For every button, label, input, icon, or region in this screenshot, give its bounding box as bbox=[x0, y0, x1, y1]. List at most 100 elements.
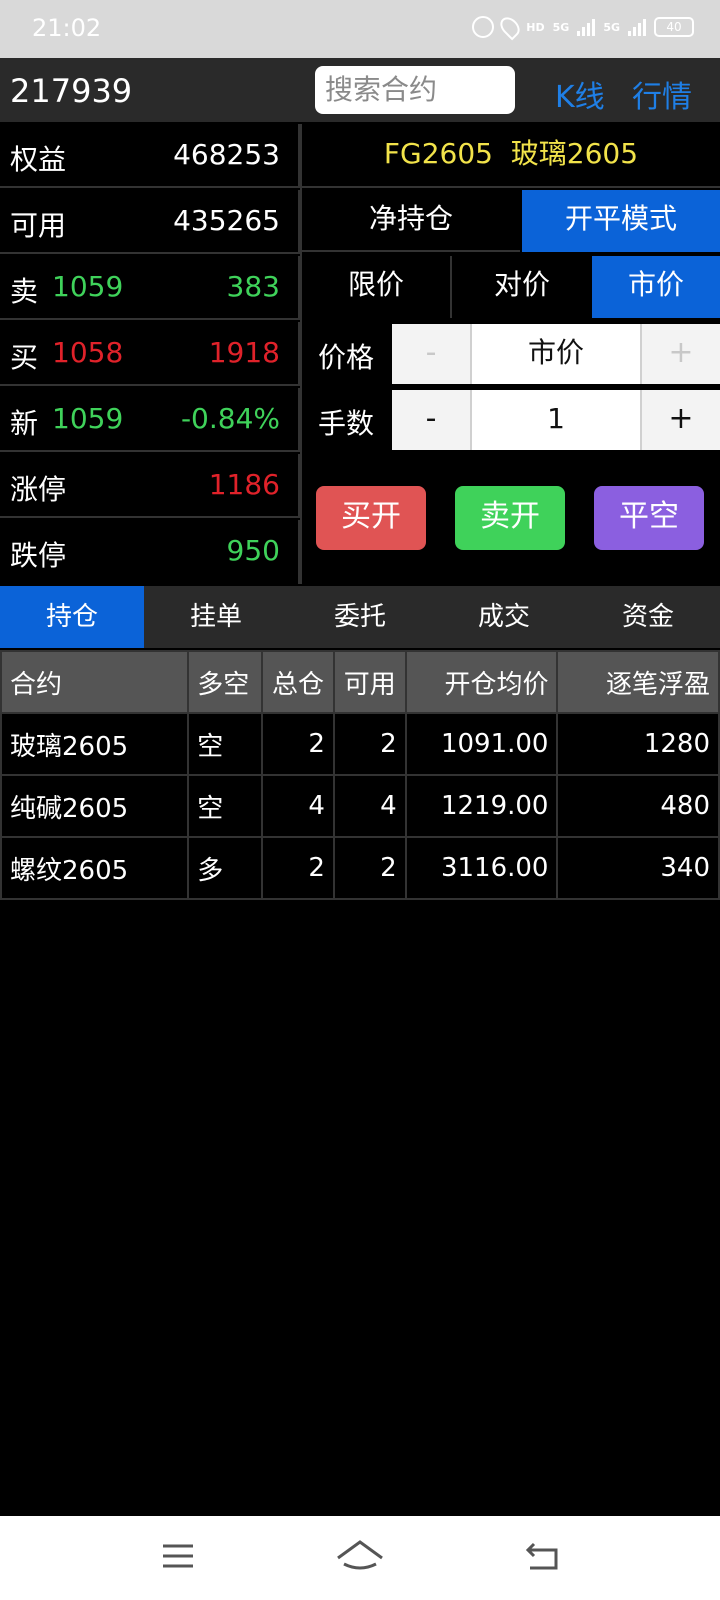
price-input[interactable]: 市价 bbox=[472, 324, 640, 384]
last-label: 新 bbox=[10, 407, 39, 440]
sell-open-button[interactable]: 卖开 bbox=[455, 486, 565, 550]
quantity-minus-button[interactable]: - bbox=[392, 390, 472, 450]
quote-link[interactable]: 行情 bbox=[632, 72, 692, 116]
last-price: 1059 bbox=[52, 402, 124, 435]
header-available: 可用 bbox=[332, 650, 407, 714]
open-close-mode-button[interactable]: 开平模式 bbox=[522, 190, 720, 252]
last-row: 新 1059 -0.84% bbox=[0, 388, 300, 452]
bid-price: 1058 bbox=[52, 336, 124, 369]
cell-avg-price: 1219.00 bbox=[404, 774, 559, 838]
bid-row: 买 1058 1918 bbox=[0, 322, 300, 386]
tab-trades[interactable]: 成交 bbox=[432, 586, 576, 648]
cell-total: 2 bbox=[261, 712, 335, 776]
header-direction: 多空 bbox=[187, 650, 264, 714]
tab-positions[interactable]: 持仓 bbox=[0, 586, 144, 648]
app-header: 217939 搜索合约 K线 行情 bbox=[0, 58, 720, 122]
counter-price-button[interactable]: 对价 bbox=[454, 256, 590, 318]
tab-funds[interactable]: 资金 bbox=[576, 586, 720, 648]
price-label: 价格 bbox=[318, 341, 375, 374]
cell-available: 4 bbox=[332, 774, 407, 838]
limit-price-button[interactable]: 限价 bbox=[302, 256, 452, 318]
kline-link[interactable]: K线 bbox=[555, 72, 605, 116]
cell-avg-price: 3116.00 bbox=[404, 836, 559, 900]
cell-total: 2 bbox=[261, 836, 335, 900]
bid-volume: 1918 bbox=[208, 336, 280, 369]
price-plus-button[interactable]: + bbox=[640, 324, 720, 384]
battery-icon: 40 bbox=[654, 17, 694, 37]
cell-total: 4 bbox=[261, 774, 335, 838]
contract-code: FG2605 bbox=[383, 137, 493, 170]
cell-contract: 玻璃2605 bbox=[0, 712, 190, 776]
net-position-button[interactable]: 净持仓 bbox=[302, 190, 520, 252]
panel-divider bbox=[300, 124, 302, 584]
price-stepper: - 市价 + bbox=[392, 324, 720, 384]
search-input[interactable]: 搜索合约 bbox=[315, 66, 515, 114]
ask-price: 1059 bbox=[52, 270, 124, 303]
tab-pending-orders[interactable]: 挂单 bbox=[144, 586, 288, 648]
cell-direction: 空 bbox=[187, 774, 264, 838]
cell-contract: 纯碱2605 bbox=[0, 774, 190, 838]
bottom-tabs: 持仓 挂单 委托 成交 资金 bbox=[0, 586, 720, 648]
status-icons: HD 5G 5G 40 bbox=[472, 13, 694, 41]
table-row[interactable]: 纯碱2605 空 4 4 1219.00 480 bbox=[0, 774, 720, 838]
status-time: 21:02 bbox=[32, 14, 102, 42]
limit-down-label: 跌停 bbox=[10, 539, 67, 572]
status-bar: 21:02 HD 5G 5G 40 bbox=[0, 0, 720, 58]
cell-available: 2 bbox=[332, 712, 407, 776]
limit-up-row: 涨停 1186 bbox=[0, 454, 300, 518]
available-value: 435265 bbox=[173, 204, 280, 237]
limit-down-value: 950 bbox=[226, 534, 280, 567]
quantity-label: 手数 bbox=[318, 407, 375, 440]
cell-contract: 螺纹2605 bbox=[0, 836, 190, 900]
alarm-icon bbox=[472, 16, 495, 38]
header-total: 总仓 bbox=[261, 650, 335, 714]
menu-icon[interactable] bbox=[160, 1538, 196, 1574]
cell-pnl: 480 bbox=[556, 774, 720, 838]
ask-label: 卖 bbox=[10, 275, 39, 308]
cell-avg-price: 1091.00 bbox=[404, 712, 559, 776]
limit-up-label: 涨停 bbox=[10, 473, 67, 506]
available-row: 可用 435265 bbox=[0, 190, 300, 254]
header-pnl: 逐笔浮盈 bbox=[556, 650, 720, 714]
table-row[interactable]: 螺纹2605 多 2 2 3116.00 340 bbox=[0, 836, 720, 900]
signal-icon bbox=[577, 18, 596, 36]
cell-pnl: 1280 bbox=[556, 712, 720, 776]
limit-down-row: 跌停 950 bbox=[0, 520, 300, 584]
hd-indicator: HD bbox=[526, 20, 545, 34]
contract-title: FG2605 玻璃2605 bbox=[302, 124, 720, 188]
bid-label: 买 bbox=[10, 341, 39, 374]
network-type-2: 5G bbox=[603, 20, 620, 34]
header-contract: 合约 bbox=[0, 650, 190, 714]
table-header-row: 合约 多空 总仓 可用 开仓均价 逐笔浮盈 bbox=[0, 650, 720, 714]
cell-direction: 空 bbox=[187, 712, 264, 776]
home-icon[interactable] bbox=[334, 1538, 386, 1574]
quantity-plus-button[interactable]: + bbox=[640, 390, 720, 450]
equity-row: 权益 468253 bbox=[0, 124, 300, 188]
price-minus-button[interactable]: - bbox=[392, 324, 472, 384]
ask-volume: 383 bbox=[226, 270, 280, 303]
equity-label: 权益 bbox=[10, 143, 67, 176]
ask-row: 卖 1059 383 bbox=[0, 256, 300, 320]
tab-orders[interactable]: 委托 bbox=[288, 586, 432, 648]
network-type-1: 5G bbox=[552, 20, 570, 34]
cell-available: 2 bbox=[332, 836, 407, 900]
table-row[interactable]: 玻璃2605 空 2 2 1091.00 1280 bbox=[0, 712, 720, 776]
contract-name: 玻璃2605 bbox=[510, 137, 639, 170]
equity-value: 468253 bbox=[173, 138, 280, 171]
market-price-button[interactable]: 市价 bbox=[592, 256, 720, 318]
change-percent: -0.84% bbox=[180, 402, 280, 435]
signal-icon-2 bbox=[628, 18, 646, 36]
account-number: 217939 bbox=[10, 72, 133, 110]
buy-open-button[interactable]: 买开 bbox=[316, 486, 426, 550]
header-avg-price: 开仓均价 bbox=[404, 650, 559, 714]
location-icon bbox=[496, 13, 524, 41]
quantity-stepper: - 1 + bbox=[392, 390, 720, 450]
quantity-input[interactable]: 1 bbox=[472, 390, 640, 450]
cell-direction: 多 bbox=[187, 836, 264, 900]
cell-pnl: 340 bbox=[556, 836, 720, 900]
available-label: 可用 bbox=[10, 209, 67, 242]
positions-table: 合约 多空 总仓 可用 开仓均价 逐笔浮盈 玻璃2605 空 2 2 1091.… bbox=[0, 650, 720, 900]
system-nav-bar bbox=[0, 1516, 720, 1600]
close-short-button[interactable]: 平空 bbox=[594, 486, 704, 550]
back-icon[interactable] bbox=[524, 1538, 562, 1574]
